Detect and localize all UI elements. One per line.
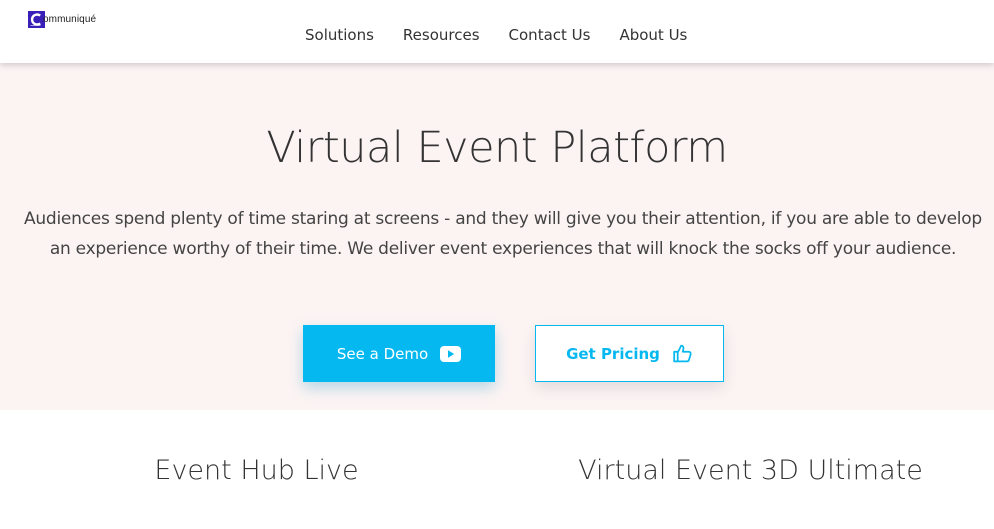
play-icon xyxy=(440,345,462,362)
site-header: ommuniqué Solutions Resources Contact Us… xyxy=(0,0,994,63)
hero-title: Virtual Event Platform xyxy=(266,123,728,173)
communique-logo[interactable]: ommuniqué xyxy=(28,10,96,28)
nav-about-us[interactable]: About Us xyxy=(619,26,687,44)
see-demo-button[interactable]: See a Demo xyxy=(303,325,495,382)
product-heading-virtual-event-3d: Virtual Event 3D Ultimate xyxy=(578,455,923,486)
nav-solutions[interactable]: Solutions xyxy=(305,26,374,44)
get-pricing-label: Get Pricing xyxy=(566,344,660,363)
logo-text: ommuniqué xyxy=(43,13,97,25)
get-pricing-button[interactable]: Get Pricing xyxy=(535,325,724,382)
product-heading-event-hub-live: Event Hub Live xyxy=(154,455,359,486)
thumbs-up-icon xyxy=(672,343,693,364)
see-demo-label: See a Demo xyxy=(336,344,429,363)
main-nav: Solutions Resources Contact Us About Us xyxy=(305,26,716,44)
nav-contact-us[interactable]: Contact Us xyxy=(509,26,591,44)
hero-description: Audiences spend plenty of time staring a… xyxy=(24,209,982,259)
nav-resources[interactable]: Resources xyxy=(403,26,480,44)
hero-section: Virtual Event Platform Audiences spend p… xyxy=(0,63,994,410)
